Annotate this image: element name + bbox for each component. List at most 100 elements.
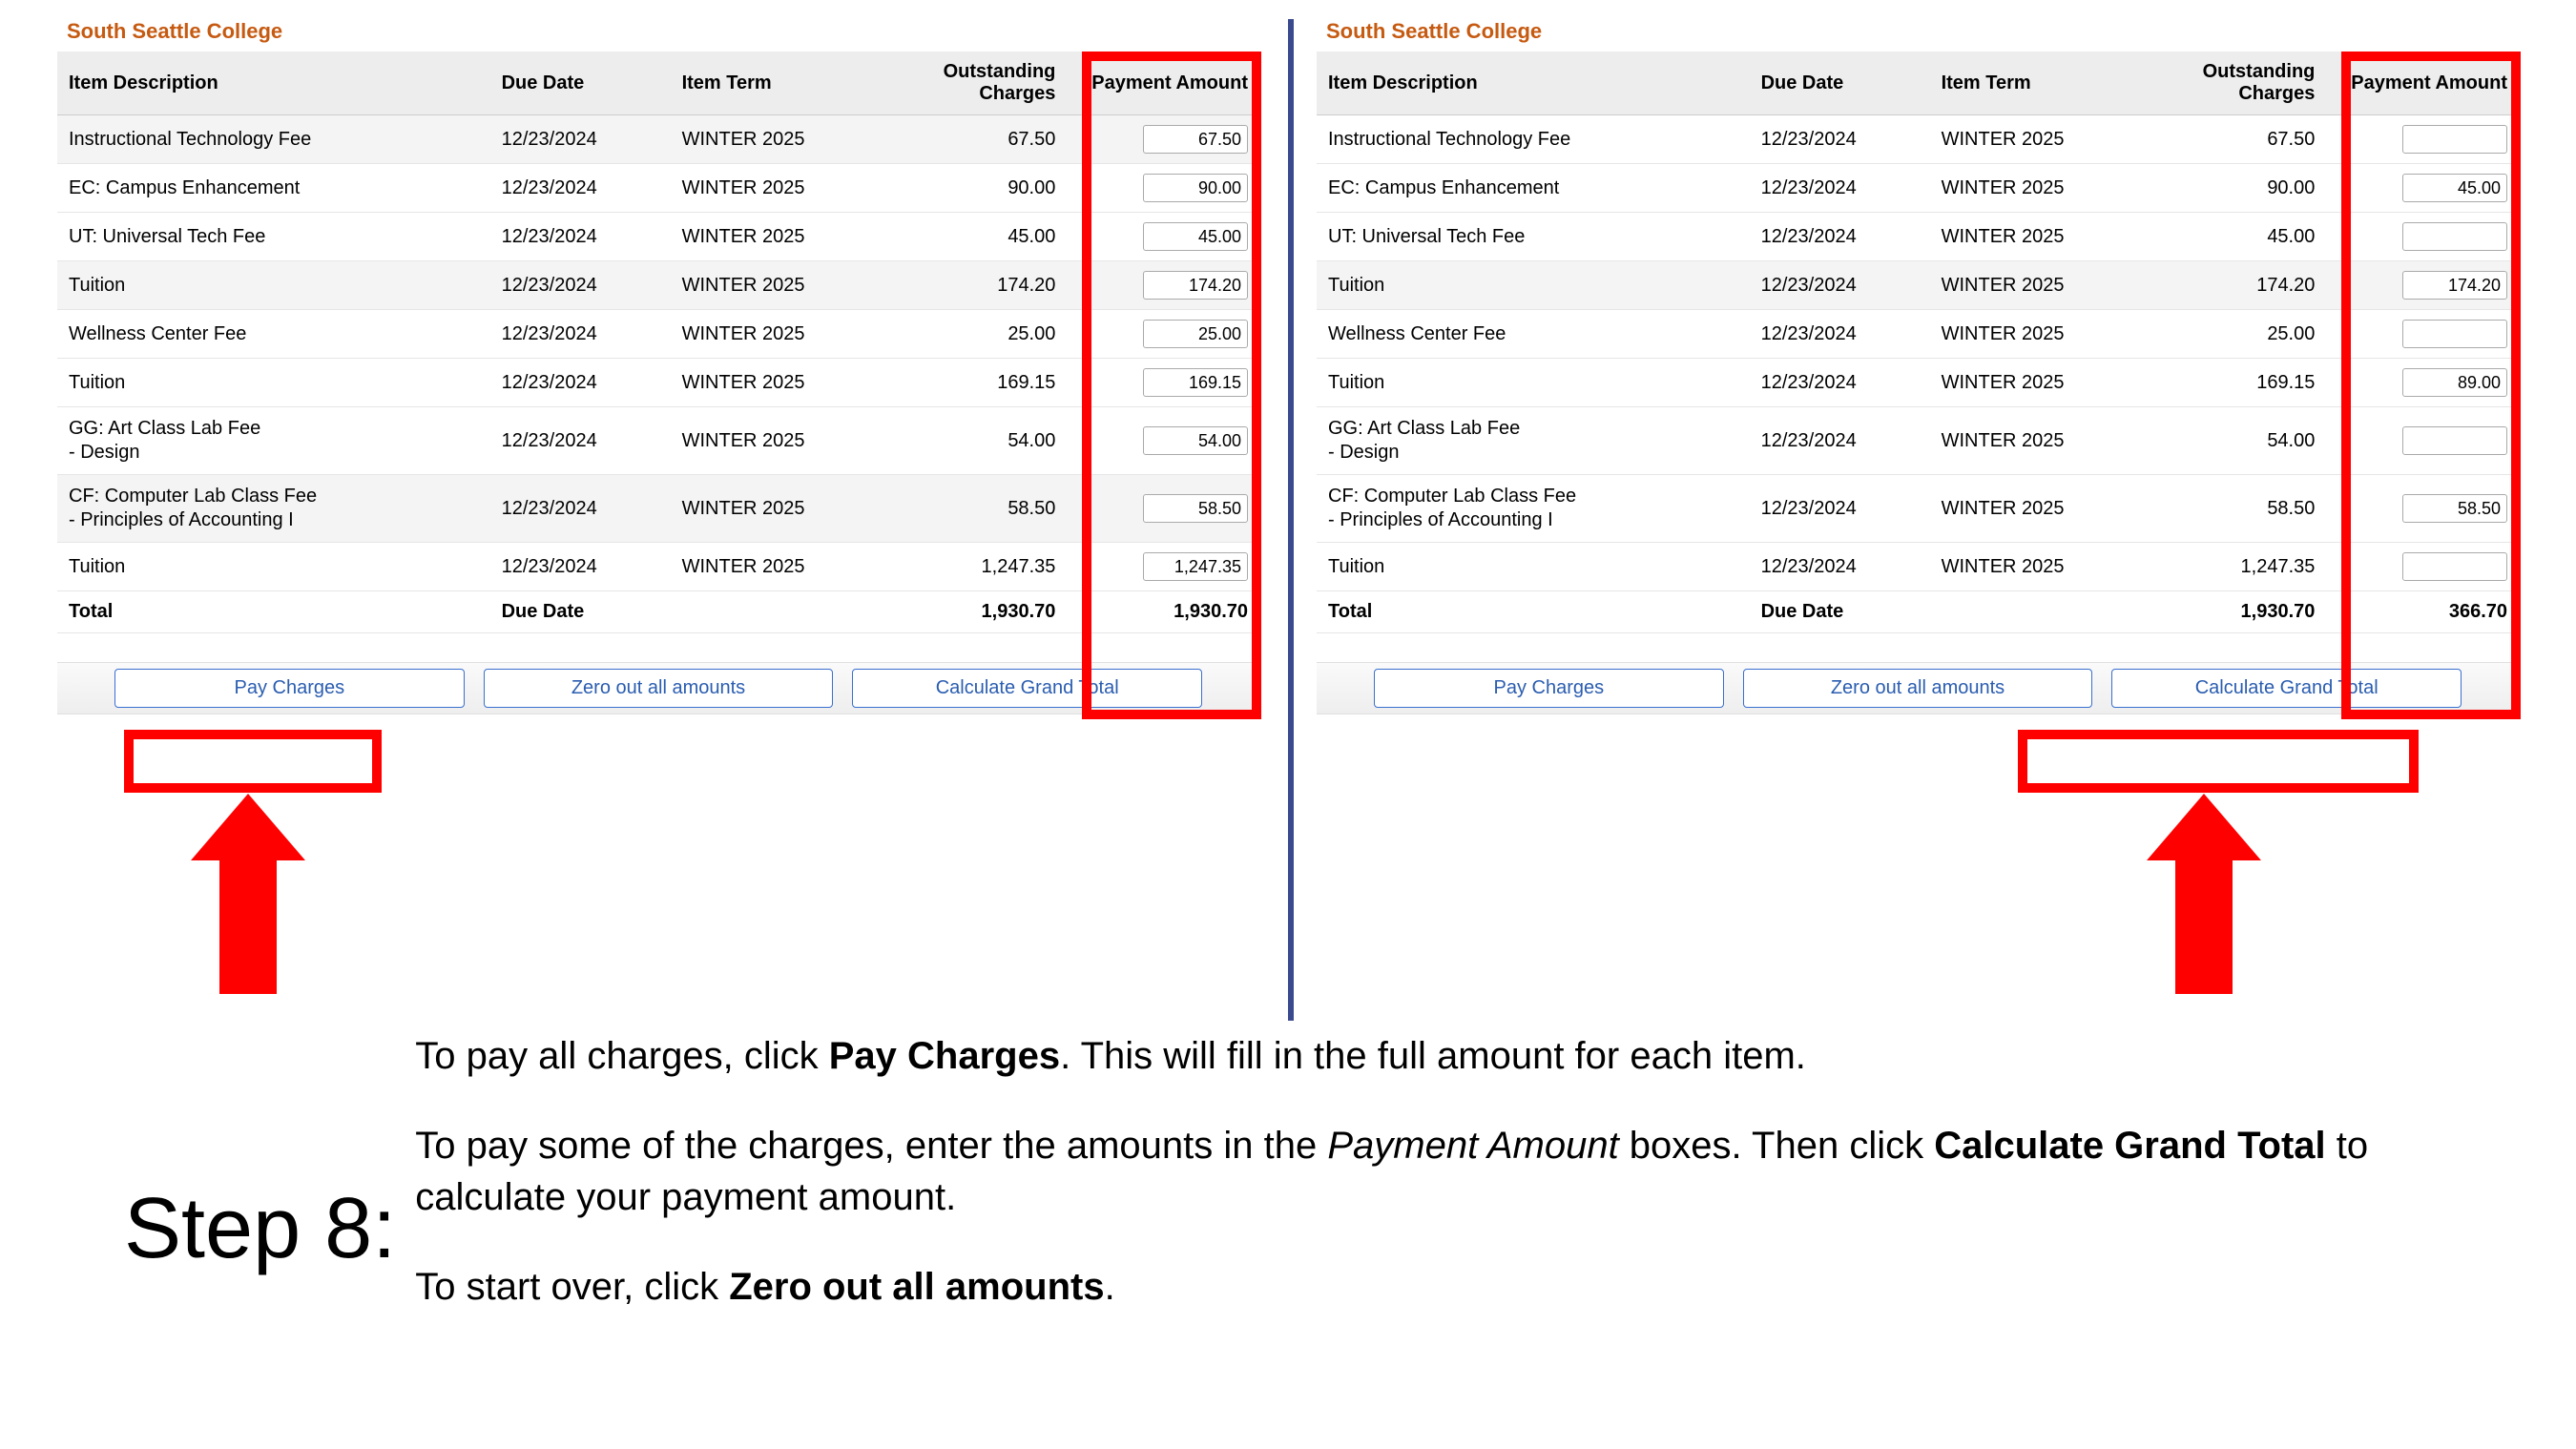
payment-amount-input[interactable] <box>1143 494 1248 523</box>
cell-payment <box>2326 164 2519 213</box>
pay-charges-button[interactable]: Pay Charges <box>114 669 465 708</box>
table-row: Tuition12/23/2024WINTER 2025169.15 <box>57 359 1259 407</box>
cell-description: Instructional Technology Fee <box>1317 115 1750 164</box>
cell-due-date: 12/23/2024 <box>490 164 671 213</box>
pay-charges-button[interactable]: Pay Charges <box>1374 669 1724 708</box>
cell-outstanding: 90.00 <box>875 164 1068 213</box>
step-label: Step 8: <box>124 1180 396 1278</box>
zero-out-button[interactable]: Zero out all amounts <box>484 669 834 708</box>
vertical-divider <box>1288 19 1294 1021</box>
cell-outstanding: 58.50 <box>2134 475 2327 543</box>
cell-outstanding: 1,247.35 <box>2134 543 2327 591</box>
cell-outstanding: 54.00 <box>2134 407 2327 475</box>
th-payment: Payment Amount <box>2326 52 2519 115</box>
cell-due-date: 12/23/2024 <box>1750 310 1930 359</box>
cell-payment <box>1067 115 1259 164</box>
cell-outstanding: 169.15 <box>2134 359 2327 407</box>
payment-amount-input[interactable] <box>2402 320 2507 348</box>
cell-item-term: WINTER 2025 <box>1930 407 2134 475</box>
calculate-grand-total-button[interactable]: Calculate Grand Total <box>852 669 1202 708</box>
cell-due-date: 12/23/2024 <box>1750 115 1930 164</box>
cell-description: Instructional Technology Fee <box>57 115 490 164</box>
cell-due-date: 12/23/2024 <box>1750 407 1930 475</box>
cell-payment <box>2326 359 2519 407</box>
cell-due-date: 12/23/2024 <box>1750 543 1930 591</box>
cell-item-term: WINTER 2025 <box>1930 115 2134 164</box>
cell-payment <box>2326 407 2519 475</box>
payment-amount-input[interactable] <box>1143 368 1248 397</box>
payment-amount-input[interactable] <box>2402 222 2507 251</box>
payment-amount-input[interactable] <box>1143 125 1248 154</box>
table-row: UT: Universal Tech Fee12/23/2024WINTER 2… <box>57 213 1259 261</box>
cell-description: CF: Computer Lab Class Fee- Principles o… <box>57 475 490 543</box>
cell-description: Tuition <box>57 359 490 407</box>
table-row: Tuition12/23/2024WINTER 2025174.20 <box>1317 261 2519 310</box>
payment-amount-input[interactable] <box>1143 174 1248 202</box>
right-panel: South Seattle College Item Description D… <box>1317 19 2519 714</box>
cell-due-date: 12/23/2024 <box>1750 359 1930 407</box>
cell-due-date: 12/23/2024 <box>490 115 671 164</box>
th-desc: Item Description <box>1317 52 1750 115</box>
payment-amount-input[interactable] <box>2402 426 2507 455</box>
cell-due-date: 12/23/2024 <box>1750 164 1930 213</box>
cell-item-term: WINTER 2025 <box>671 359 875 407</box>
cell-payment <box>1067 213 1259 261</box>
cell-due-date: 12/23/2024 <box>490 543 671 591</box>
cell-item-term: WINTER 2025 <box>671 407 875 475</box>
cell-description: Tuition <box>1317 543 1750 591</box>
cell-item-term: WINTER 2025 <box>1930 359 2134 407</box>
table-row: Tuition12/23/2024WINTER 2025169.15 <box>1317 359 2519 407</box>
table-row: CF: Computer Lab Class Fee- Principles o… <box>1317 475 2519 543</box>
cell-payment <box>1067 310 1259 359</box>
cell-description: Wellness Center Fee <box>1317 310 1750 359</box>
payment-amount-input[interactable] <box>2402 174 2507 202</box>
table-row: EC: Campus Enhancement12/23/2024WINTER 2… <box>1317 164 2519 213</box>
cell-description: Tuition <box>1317 359 1750 407</box>
cell-due-date: 12/23/2024 <box>490 261 671 310</box>
cell-outstanding: 1,247.35 <box>875 543 1068 591</box>
calculate-grand-total-button[interactable]: Calculate Grand Total <box>2111 669 2462 708</box>
cell-due-date: 12/23/2024 <box>1750 261 1930 310</box>
cell-outstanding: 174.20 <box>875 261 1068 310</box>
cell-description: Tuition <box>57 261 490 310</box>
cell-item-term: WINTER 2025 <box>1930 164 2134 213</box>
cell-outstanding: 90.00 <box>2134 164 2327 213</box>
cell-outstanding: 25.00 <box>875 310 1068 359</box>
cell-description: Tuition <box>1317 261 1750 310</box>
payment-amount-input[interactable] <box>2402 368 2507 397</box>
cell-item-term: WINTER 2025 <box>1930 213 2134 261</box>
highlight-pay-charges-button <box>124 730 382 793</box>
cell-payment <box>1067 359 1259 407</box>
payment-amount-input[interactable] <box>1143 552 1248 581</box>
arrow-up-icon <box>200 794 296 994</box>
cell-item-term: WINTER 2025 <box>1930 261 2134 310</box>
cell-payment <box>2326 261 2519 310</box>
cell-outstanding: 45.00 <box>875 213 1068 261</box>
payment-amount-input[interactable] <box>1143 271 1248 300</box>
cell-description: Tuition <box>57 543 490 591</box>
payment-amount-input[interactable] <box>2402 125 2507 154</box>
cell-description: GG: Art Class Lab Fee- Design <box>57 407 490 475</box>
payment-amount-input[interactable] <box>2402 494 2507 523</box>
table-row: Wellness Center Fee12/23/2024WINTER 2025… <box>1317 310 2519 359</box>
th-payment: Payment Amount <box>1067 52 1259 115</box>
cell-outstanding: 58.50 <box>875 475 1068 543</box>
th-date: Due Date <box>1750 52 1930 115</box>
payment-amount-input[interactable] <box>1143 320 1248 348</box>
cell-due-date: 12/23/2024 <box>490 359 671 407</box>
payment-amount-input[interactable] <box>2402 552 2507 581</box>
zero-out-button[interactable]: Zero out all amounts <box>1743 669 2093 708</box>
cell-due-date: 12/23/2024 <box>490 213 671 261</box>
cell-description: UT: Universal Tech Fee <box>57 213 490 261</box>
cell-payment <box>2326 475 2519 543</box>
th-date: Due Date <box>490 52 671 115</box>
left-panel: South Seattle College Item Description D… <box>57 19 1259 714</box>
payment-amount-input[interactable] <box>2402 271 2507 300</box>
college-title: South Seattle College <box>57 19 1259 44</box>
payment-amount-input[interactable] <box>1143 222 1248 251</box>
cell-due-date: 12/23/2024 <box>1750 213 1930 261</box>
cell-description: Wellness Center Fee <box>57 310 490 359</box>
total-row: Total Due Date 1,930.70 366.70 <box>1317 591 2519 633</box>
cell-item-term: WINTER 2025 <box>671 261 875 310</box>
payment-amount-input[interactable] <box>1143 426 1248 455</box>
